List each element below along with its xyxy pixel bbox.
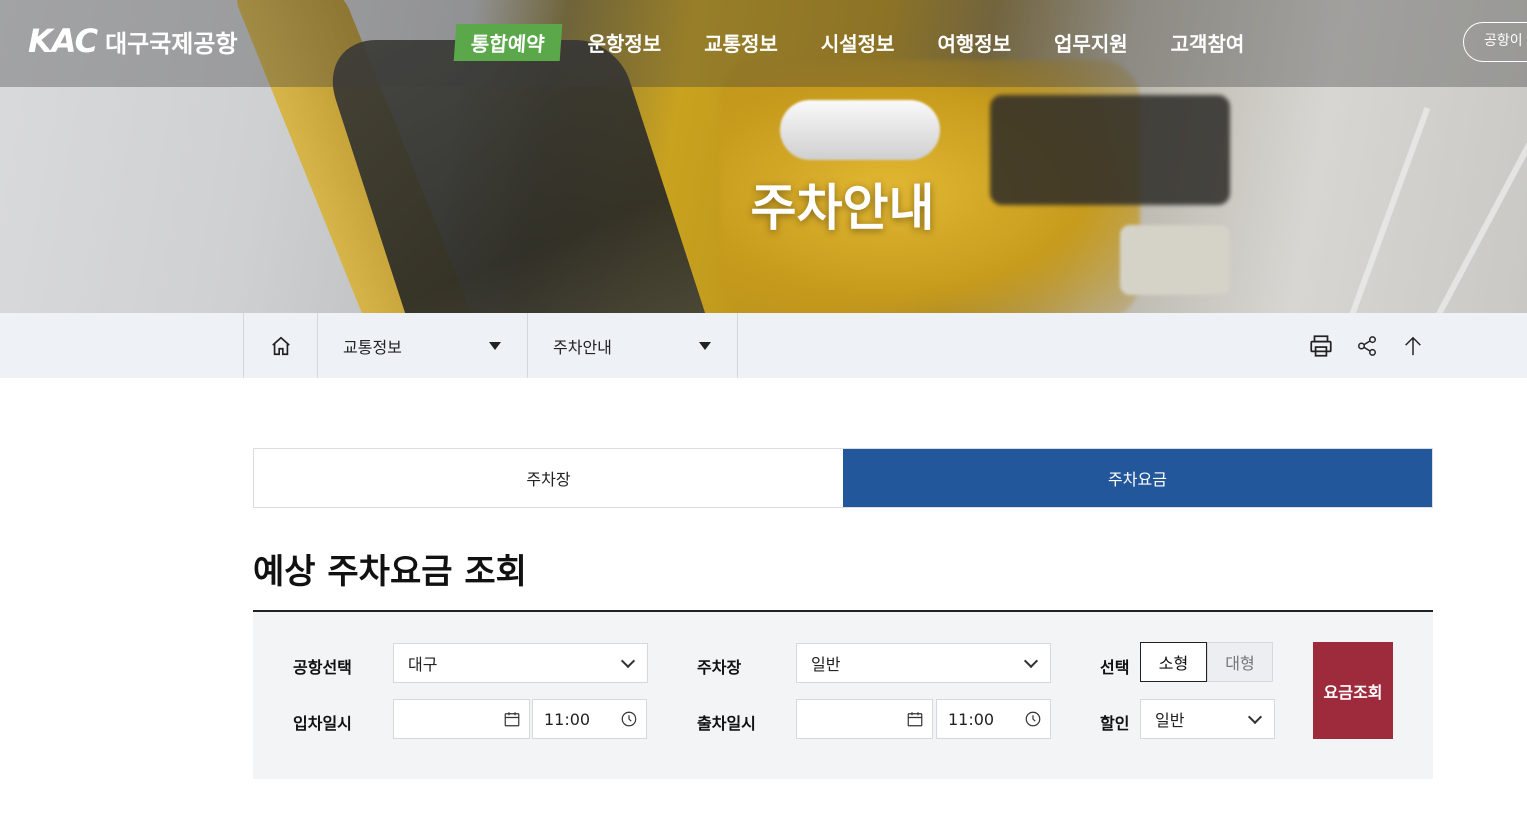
home-button[interactable] [243,313,318,378]
calendar-icon [504,712,520,727]
logo-text: 대구국제공항 [105,29,238,58]
menu-item-travel[interactable]: 여행정보 [937,24,1011,61]
exit-time-input[interactable]: 11:00 [936,699,1051,739]
entry-time-input[interactable]: 11:00 [532,699,647,739]
home-icon [271,336,290,355]
clock-icon [1025,711,1041,727]
chevron-down-icon [1247,709,1263,725]
print-icon [1310,335,1332,357]
logo-mark: KAC [28,22,98,60]
parking-lot-label: 주차장 [697,658,742,677]
entry-time-value: 11:00 [544,709,591,729]
parking-lot-select[interactable]: 일반 [796,643,1051,683]
main-menu: 통합예약 운항정보 교통정보 시설정보 여행정보 업무지원 고객참여 [453,24,1287,61]
menu-item-flight-info[interactable]: 운항정보 [588,24,662,61]
hero-bg-mirror [780,100,940,160]
airport-label: 공항선택 [293,658,352,677]
breadcrumb-dropdown-level1[interactable]: 교통정보 [318,313,528,378]
section-title: 예상 주차요금 조회 [253,552,527,592]
discount-select[interactable]: 일반 [1140,699,1275,739]
menu-item-business[interactable]: 업무지원 [1054,24,1128,61]
exit-time-value: 11:00 [948,709,995,729]
entry-date-input[interactable] [393,699,530,739]
airport-select[interactable]: 대구 [393,643,648,683]
chevron-down-icon [1023,653,1039,669]
parking-tabs: 주차장 주차요금 [253,448,1433,508]
clock-icon [621,711,637,727]
fee-search-button[interactable]: 요금조회 [1313,642,1393,739]
scroll-top-button[interactable] [1400,333,1426,359]
page-tools [1308,333,1426,359]
caret-down-icon [699,342,711,350]
breadcrumb-dropdown-level2[interactable]: 주차안내 [528,313,738,378]
menu-item-customer[interactable]: 고객참여 [1171,24,1245,61]
tab-parking-fee[interactable]: 주차요금 [843,449,1432,507]
tab-parking-lot[interactable]: 주차장 [254,449,843,507]
chevron-down-icon [620,653,636,669]
share-icon [1358,336,1376,356]
entry-datetime-label: 입차일시 [293,714,352,733]
breadcrumb-level2-label: 주차안내 [553,337,612,357]
hero-banner: KAC 대구국제공항 통합예약 운항정보 교통정보 시설정보 여행정보 업무지원… [0,0,1527,313]
exit-date-input[interactable] [796,699,933,739]
size-large-button[interactable]: 대형 [1207,642,1273,682]
share-button[interactable] [1354,333,1380,359]
parking-lot-select-value: 일반 [811,655,841,674]
discount-label: 할인 [1100,714,1130,733]
airport-select-button[interactable]: 공항이 [1463,22,1527,62]
airport-select-value: 대구 [408,655,438,674]
size-small-button[interactable]: 소형 [1140,642,1207,682]
print-button[interactable] [1308,333,1334,359]
breadcrumb: 교통정보 주차안내 [0,313,1527,378]
discount-select-value: 일반 [1155,711,1185,730]
site-logo[interactable]: KAC 대구국제공항 [28,22,238,60]
vehicle-size-label: 선택 [1100,658,1130,677]
caret-down-icon [489,342,501,350]
menu-item-facilities[interactable]: 시설정보 [821,24,895,61]
fee-search-panel [253,610,1433,779]
page-title: 주차안내 [750,179,935,237]
breadcrumb-level1-label: 교통정보 [343,337,402,357]
arrow-up-icon [1405,336,1421,356]
calendar-icon [907,712,923,727]
menu-item-reservation[interactable]: 통합예약 [453,24,562,61]
menu-item-transport[interactable]: 교통정보 [704,24,778,61]
exit-datetime-label: 출차일시 [697,714,756,733]
